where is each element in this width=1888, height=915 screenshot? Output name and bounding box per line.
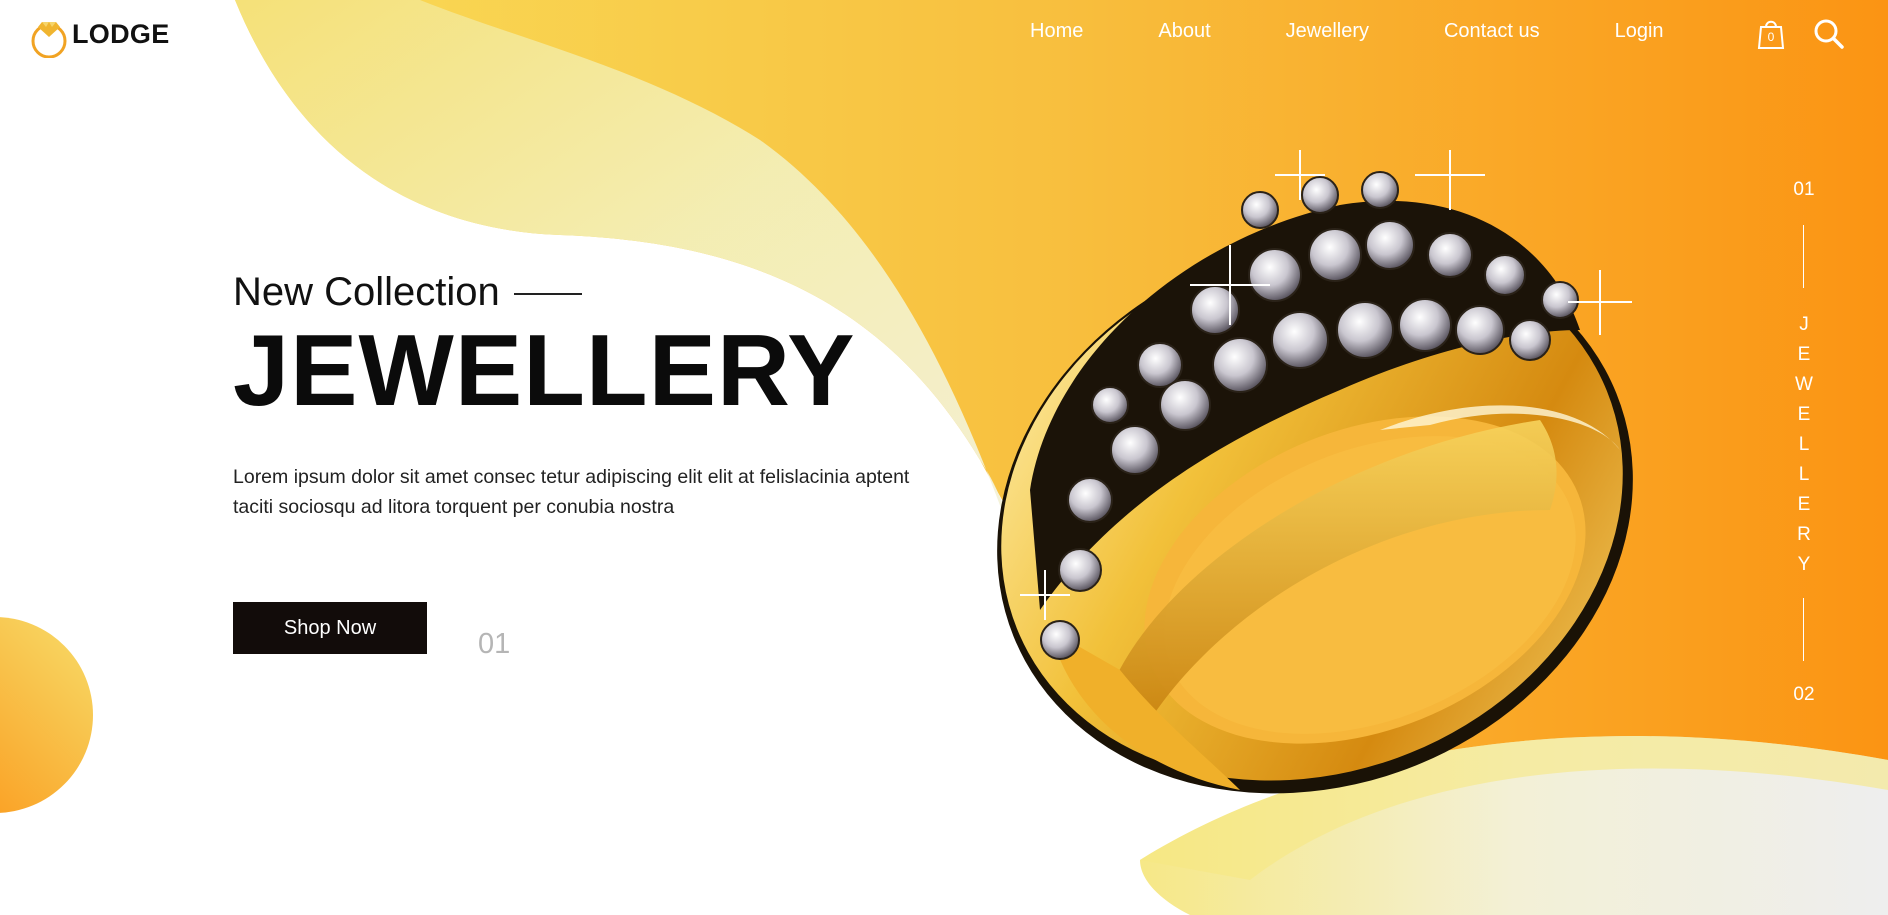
indicator-line-bottom xyxy=(1803,598,1804,661)
main-nav: Home About Jewellery Contact us Login xyxy=(1030,20,1664,43)
subtitle-divider xyxy=(513,293,582,295)
ring-logo-icon xyxy=(31,22,67,58)
hero-subtitle: New Collection xyxy=(233,270,500,314)
nav-login[interactable]: Login xyxy=(1615,20,1664,43)
indicator-letter: Y xyxy=(1797,554,1811,575)
brand-logo[interactable]: LODGE xyxy=(28,10,170,58)
hero-content: New Collection JEWELLERY Lorem ipsum dol… xyxy=(233,270,948,522)
indicator-line-top xyxy=(1803,225,1804,288)
hero-description: Lorem ipsum dolor sit amet consec tetur … xyxy=(233,466,910,519)
indicator-letter: E xyxy=(1797,404,1811,425)
indicator-letter: E xyxy=(1797,344,1811,365)
nav-about[interactable]: About xyxy=(1158,20,1210,43)
nav-home[interactable]: Home xyxy=(1030,20,1083,43)
indicator-letter: W xyxy=(1795,374,1813,395)
cart-count: 0 xyxy=(1767,30,1775,44)
search-button[interactable] xyxy=(1813,18,1845,50)
hero-title: JEWELLERY xyxy=(233,315,856,427)
nav-contact[interactable]: Contact us xyxy=(1444,20,1540,43)
indicator-letter: L xyxy=(1798,464,1810,485)
ring-image xyxy=(997,150,1633,794)
nav-jewellery[interactable]: Jewellery xyxy=(1286,20,1369,43)
indicator-bottom-number[interactable]: 02 xyxy=(1790,684,1818,706)
indicator-letter: L xyxy=(1798,434,1810,455)
cart-button[interactable]: 0 xyxy=(1756,16,1786,50)
brand-name: LODGE xyxy=(72,18,170,49)
subtitle-row: New Collection xyxy=(233,270,948,315)
indicator-letters: J E W E L L E R Y xyxy=(1790,310,1818,580)
search-icon xyxy=(1814,19,1844,49)
slide-number: 01 xyxy=(478,628,511,660)
indicator-letter: R xyxy=(1797,524,1811,545)
indicator-top-number[interactable]: 01 xyxy=(1790,179,1818,201)
shop-now-button[interactable]: Shop Now xyxy=(233,602,427,654)
indicator-letter: E xyxy=(1797,494,1811,515)
indicator-letter: J xyxy=(1799,314,1809,335)
